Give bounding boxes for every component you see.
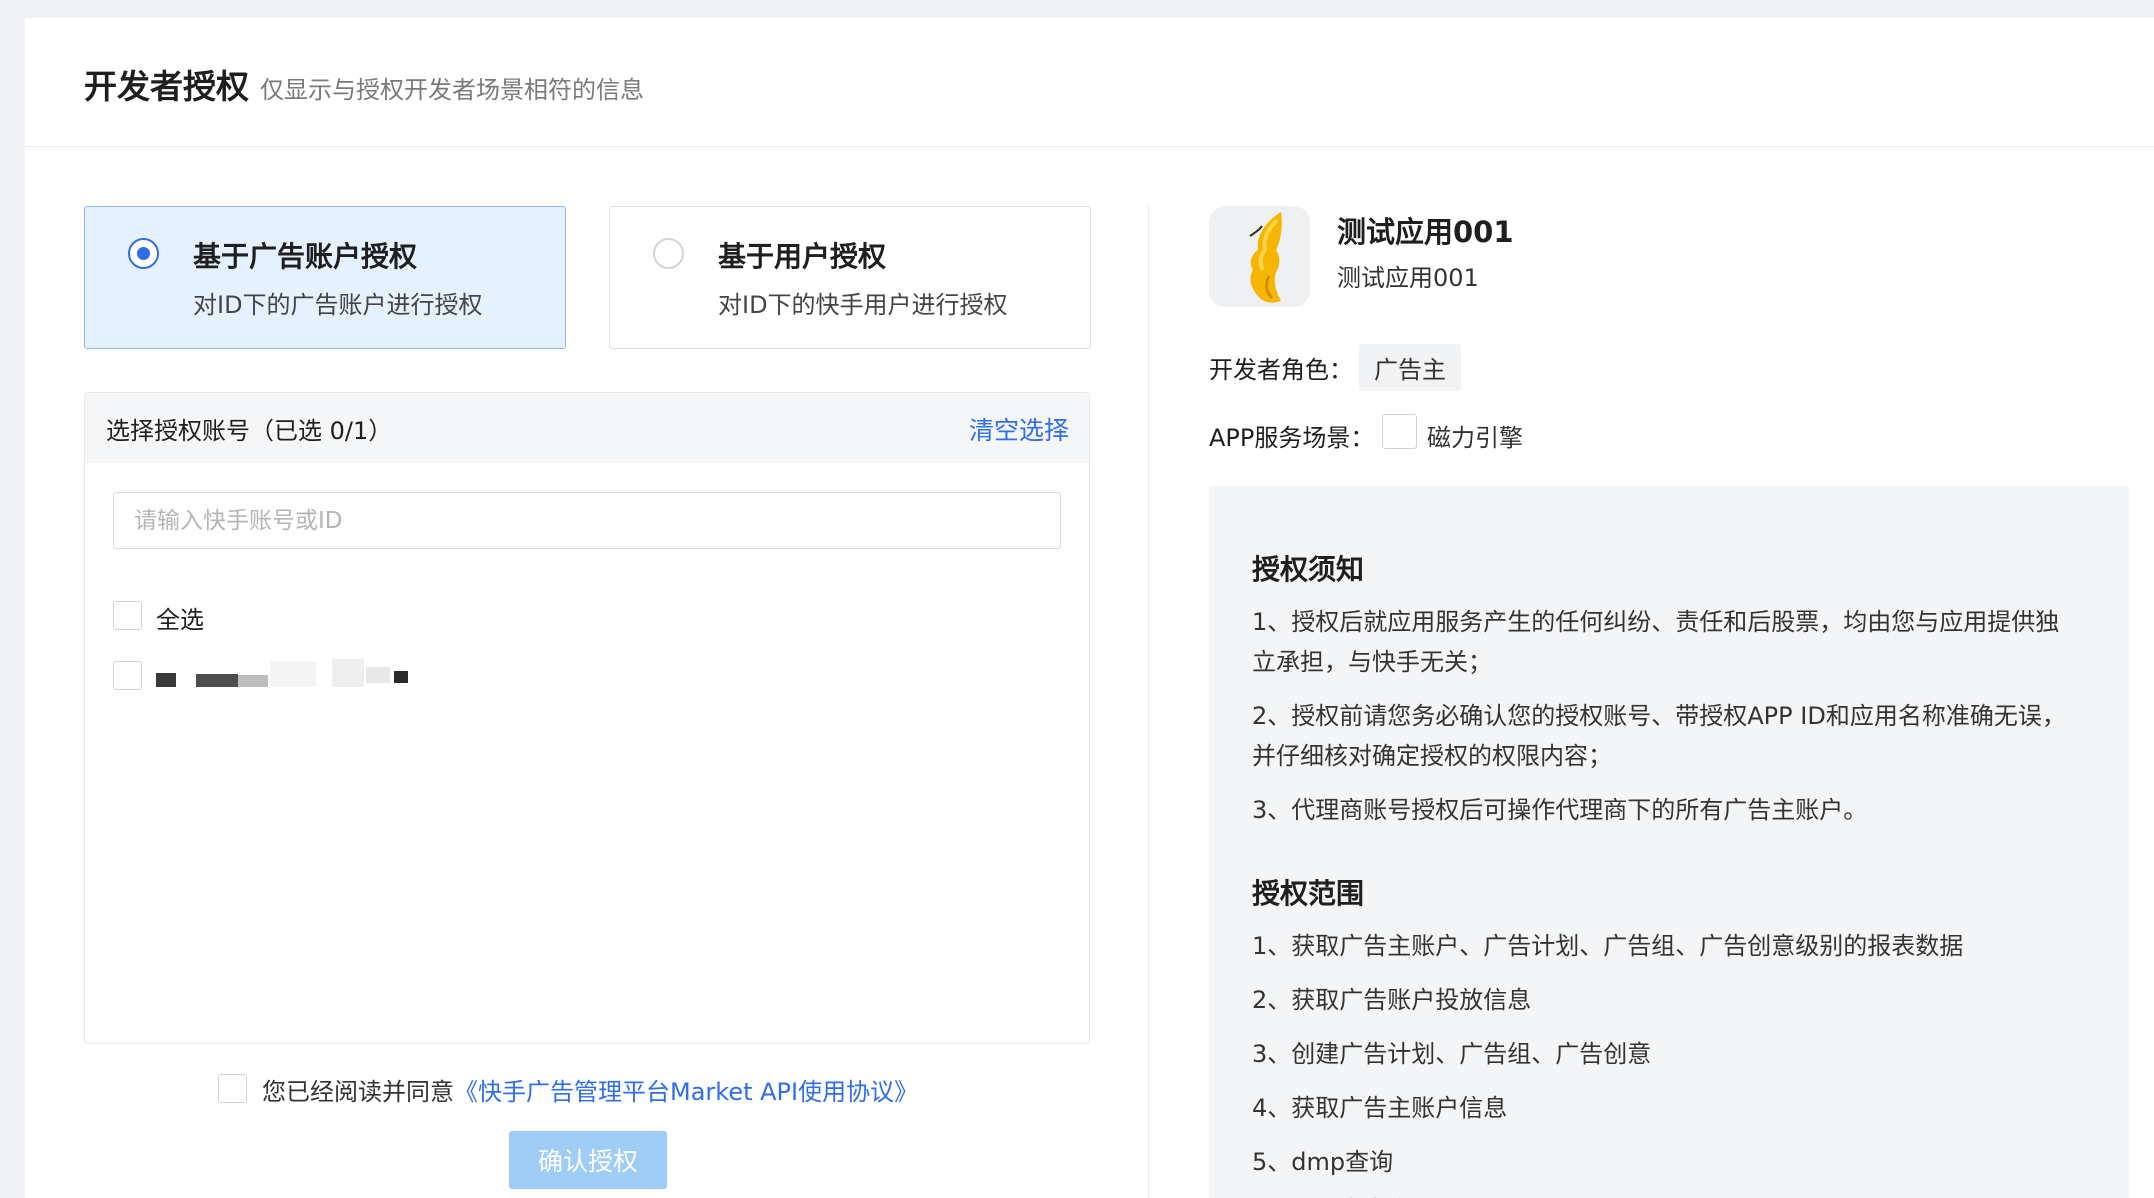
- scope-item: 6、代理商查询: [1252, 1190, 2082, 1198]
- auth-option-ad-account[interactable]: 基于广告账户授权 对ID下的广告账户进行授权: [84, 206, 566, 349]
- confirm-authorization-button[interactable]: 确认授权: [509, 1131, 667, 1189]
- account-select-title: 选择授权账号（已选 0/1）: [106, 417, 393, 445]
- app-scene-value: 磁力引擎: [1427, 424, 1523, 452]
- select-all-checkbox[interactable]: [113, 601, 142, 630]
- account-select-panel: 选择授权账号（已选 0/1） 清空选择 全选: [84, 392, 1090, 1044]
- notice-item: 2、授权前请您务必确认您的授权账号、带授权APP ID和应用名称准确无误，并仔细…: [1252, 702, 2066, 770]
- notice-title: 授权须知: [1252, 553, 1365, 586]
- agreement-prefix: 您已经阅读并同意: [262, 1078, 454, 1106]
- scope-item: 2、获取广告账户投放信息: [1252, 986, 1532, 1014]
- auth-option-title: 基于广告账户授权: [193, 240, 418, 273]
- page-subtitle: 仅显示与授权开发者场景相符的信息: [260, 76, 644, 104]
- clear-selection-link[interactable]: 清空选择: [969, 411, 1069, 447]
- app-name: 测试应用001: [1337, 215, 1514, 249]
- scope-title: 授权范围: [1252, 877, 1365, 910]
- developer-role-label: 开发者角色：: [1209, 356, 1353, 384]
- column-divider: [1148, 206, 1149, 1198]
- radio-icon-user[interactable]: [653, 238, 684, 269]
- agreement-link[interactable]: 《快手广告管理平台Market API使用协议》: [454, 1078, 918, 1106]
- auth-option-title: 基于用户授权: [718, 240, 887, 273]
- notice-item: 3、代理商账号授权后可操作代理商下的所有广告主账户。: [1252, 796, 1868, 824]
- account-search-input[interactable]: [113, 492, 1061, 549]
- developer-role-tag: 广告主: [1359, 344, 1461, 391]
- scope-item: 1、获取广告主账户、广告计划、广告组、广告创意级别的报表数据: [1252, 932, 1964, 960]
- page-title: 开发者授权: [84, 67, 249, 106]
- app-sub-name: 测试应用001: [1337, 264, 1479, 292]
- agreement-text: 您已经阅读并同意《快手广告管理平台Market API使用协议》: [262, 1072, 918, 1107]
- select-all-label: 全选: [156, 606, 204, 634]
- app-scene-label: APP服务场景：: [1209, 424, 1375, 452]
- account-select-header: 选择授权账号（已选 0/1） 清空选择: [85, 393, 1089, 463]
- auth-option-desc: 对ID下的快手用户进行授权: [718, 291, 1008, 319]
- auth-option-desc: 对ID下的广告账户进行授权: [193, 291, 483, 319]
- app-scene-checkbox[interactable]: [1382, 414, 1417, 449]
- scope-item: 4、获取广告主账户信息: [1252, 1094, 1508, 1122]
- radio-icon-ad-account[interactable]: [128, 238, 159, 269]
- app-icon: [1209, 206, 1310, 307]
- scope-item: 3、创建广告计划、广告组、广告创意: [1252, 1040, 1652, 1068]
- authorization-card: 开发者授权 仅显示与授权开发者场景相符的信息 基于广告账户授权 对ID下的广告账…: [25, 18, 2154, 1198]
- account-item-masked: [156, 655, 426, 687]
- auth-option-user[interactable]: 基于用户授权 对ID下的快手用户进行授权: [609, 206, 1091, 349]
- scope-item: 5、dmp查询: [1252, 1148, 1394, 1176]
- notice-item: 1、授权后就应用服务产生的任何纠纷、责任和后股票，均由您与应用提供独立承担，与快…: [1252, 608, 2060, 676]
- account-checkbox[interactable]: [113, 661, 142, 690]
- agreement-checkbox[interactable]: [218, 1074, 247, 1103]
- notice-panel: 授权须知 1、授权后就应用服务产生的任何纠纷、责任和后股票，均由您与应用提供独立…: [1209, 486, 2129, 1198]
- page-header: 开发者授权 仅显示与授权开发者场景相符的信息: [25, 18, 2154, 147]
